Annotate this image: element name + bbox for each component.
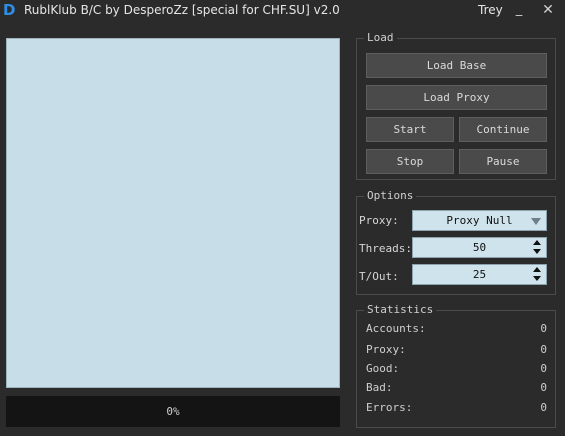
statistics-group-title: Statistics	[364, 303, 437, 317]
progress-bar: 0%	[6, 396, 340, 427]
start-button[interactable]: Start	[366, 117, 454, 142]
progress-label: 0%	[166, 405, 180, 418]
pause-button[interactable]: Pause	[459, 149, 547, 174]
statistics-group: Statistics Accounts: 0 Proxy: 0 Good: 0 …	[356, 303, 556, 428]
stat-value-good: 0	[540, 362, 547, 375]
proxy-select-value: Proxy Null	[446, 214, 513, 227]
timeout-stepper[interactable]: 25	[412, 264, 547, 285]
results-list[interactable]	[6, 38, 340, 388]
window-title: RublKlub B/C by DesperoZz [special for C…	[24, 3, 340, 17]
threads-spin-buttons[interactable]	[533, 240, 542, 255]
load-base-button[interactable]: Load Base	[366, 53, 547, 78]
stop-button[interactable]: Stop	[366, 149, 454, 174]
threads-value[interactable]: 50	[473, 241, 486, 254]
stat-label-proxy: Proxy:	[366, 343, 406, 356]
title-bar: D RublKlub B/C by DesperoZz [special for…	[0, 0, 565, 22]
options-group-title: Options	[364, 189, 417, 203]
stat-label-good: Good:	[366, 362, 400, 375]
spin-up-icon[interactable]	[533, 240, 541, 245]
options-group: Options Proxy: Proxy Null Threads: 50 T/…	[356, 189, 556, 295]
proxy-label: Proxy:	[359, 214, 399, 227]
close-button[interactable]: ✕	[540, 2, 556, 18]
minimize-button[interactable]: _	[511, 2, 527, 18]
spin-down-icon[interactable]	[533, 249, 541, 254]
timeout-label: T/Out:	[359, 270, 399, 283]
load-group-title: Load	[364, 31, 397, 45]
timeout-value[interactable]: 25	[473, 268, 486, 281]
chevron-down-icon[interactable]	[531, 218, 541, 225]
stat-value-accounts: 0	[540, 322, 547, 335]
app-logo-icon: D	[3, 1, 16, 19]
load-proxy-button[interactable]: Load Proxy	[366, 85, 547, 110]
threads-label: Threads:	[359, 242, 412, 255]
timeout-spin-buttons[interactable]	[533, 267, 542, 282]
stat-label-errors: Errors:	[366, 401, 413, 414]
stat-value-errors: 0	[540, 401, 547, 414]
proxy-select[interactable]: Proxy Null	[412, 210, 547, 231]
spin-up-icon[interactable]	[533, 267, 541, 272]
threads-stepper[interactable]: 50	[412, 237, 547, 258]
spin-down-icon[interactable]	[533, 276, 541, 281]
user-name: Trey	[478, 3, 503, 17]
stat-value-bad: 0	[540, 381, 547, 394]
stat-label-accounts: Accounts:	[366, 322, 426, 335]
load-group: Load Load Base Load Proxy Start Continue…	[356, 31, 556, 180]
stat-label-bad: Bad:	[366, 381, 393, 394]
continue-button[interactable]: Continue	[459, 117, 547, 142]
stat-value-proxy: 0	[540, 343, 547, 356]
